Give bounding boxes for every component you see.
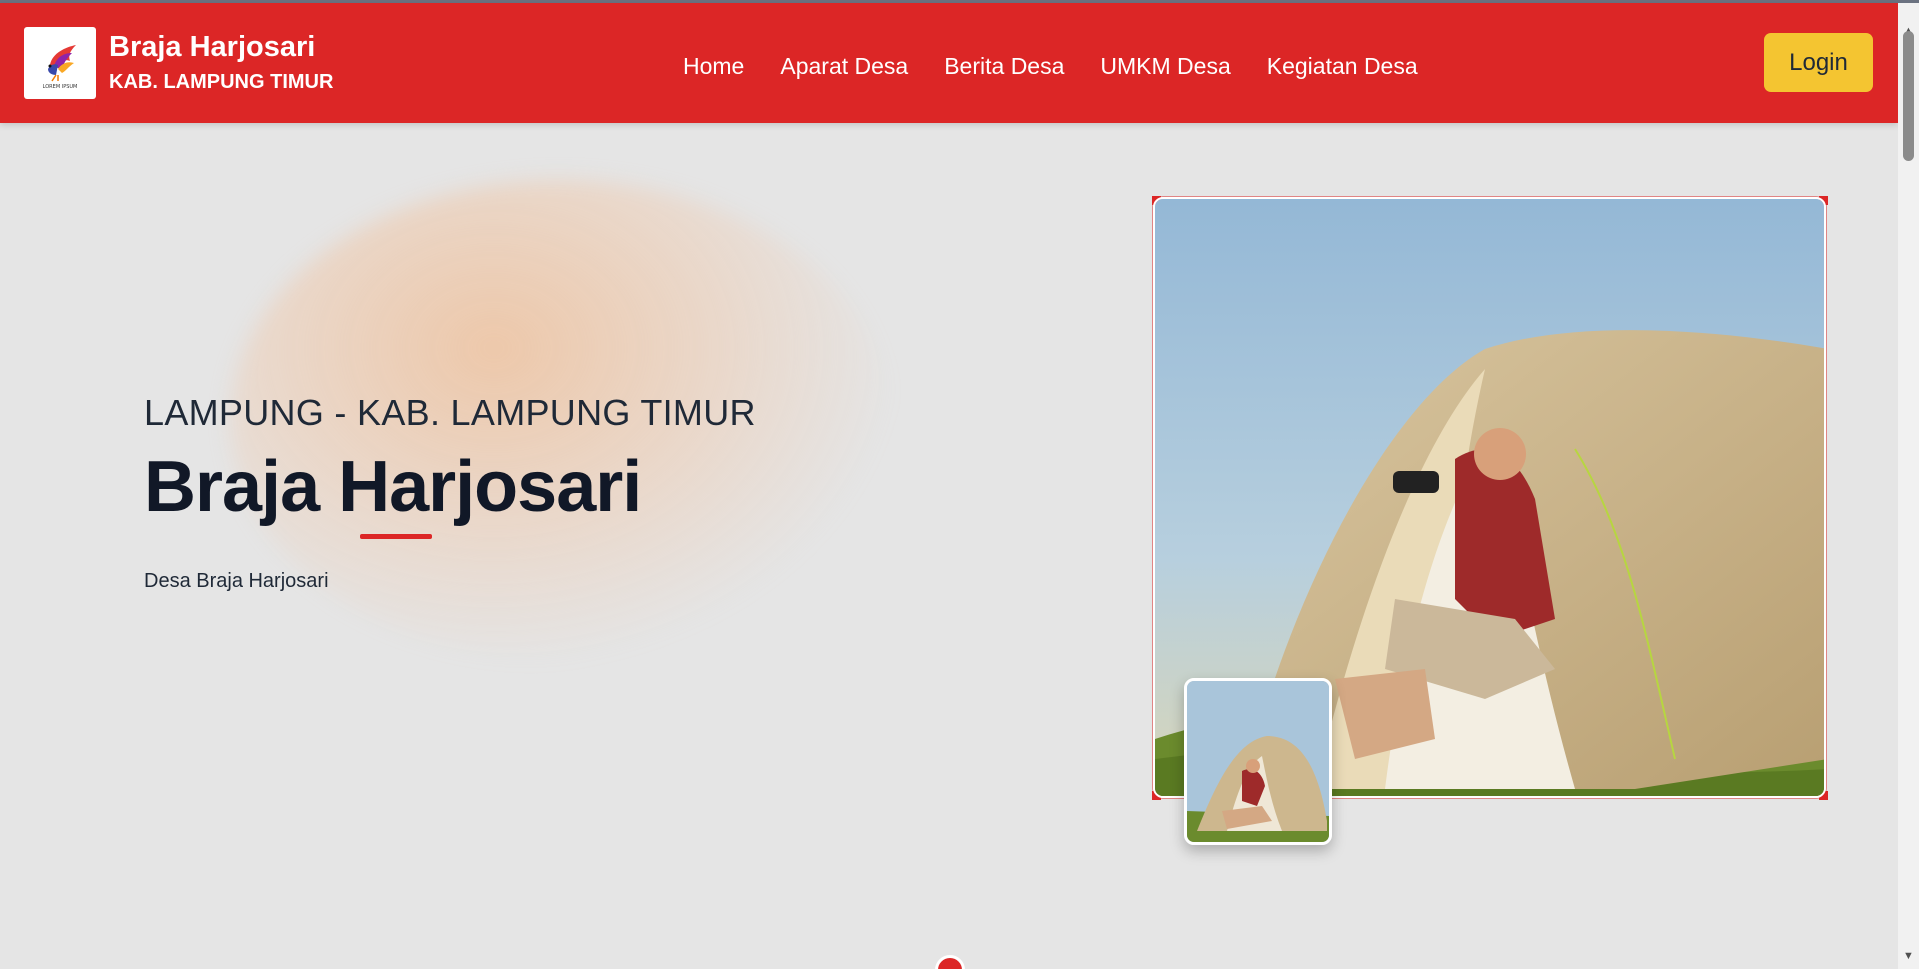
scrollbar-thumb[interactable] (1903, 31, 1914, 161)
hero-title: Braja Harjosari (144, 447, 642, 527)
nav-item-aparat-desa[interactable]: Aparat Desa (780, 51, 908, 81)
scroll-down-indicator[interactable] (935, 955, 965, 969)
nav-item-umkm-desa[interactable]: UMKM Desa (1100, 51, 1230, 81)
page-scrollbar[interactable]: ▲ ▼ (1898, 3, 1919, 969)
title-underline (360, 534, 432, 539)
svg-text:LOREM IPSUM: LOREM IPSUM (43, 84, 78, 90)
navbar: LOREM IPSUM Braja Harjosari KAB. LAMPUNG… (0, 3, 1898, 123)
arrow-down-icon[interactable]: ▼ (1903, 950, 1914, 962)
login-button[interactable]: Login (1764, 33, 1873, 92)
hero-region: LAMPUNG - KAB. LAMPUNG TIMUR (144, 392, 756, 433)
hero-text: LAMPUNG - KAB. LAMPUNG TIMUR Braja Harjo… (144, 390, 756, 594)
nav-item-kegiatan-desa[interactable]: Kegiatan Desa (1267, 51, 1418, 81)
brand[interactable]: LOREM IPSUM Braja Harjosari KAB. LAMPUNG… (24, 27, 333, 99)
brand-name: Braja Harjosari (109, 31, 316, 63)
hero-description: Desa Braja Harjosari (144, 570, 329, 592)
nav-item-home[interactable]: Home (683, 51, 744, 81)
bird-logo-icon: LOREM IPSUM (24, 27, 96, 99)
hero-photo-thumbnail[interactable] (1184, 678, 1332, 845)
brand-regency: KAB. LAMPUNG TIMUR (109, 71, 334, 93)
nav-menu: Home Aparat Desa Berita Desa UMKM Desa K… (683, 51, 1454, 81)
nav-item-berita-desa[interactable]: Berita Desa (944, 51, 1064, 81)
